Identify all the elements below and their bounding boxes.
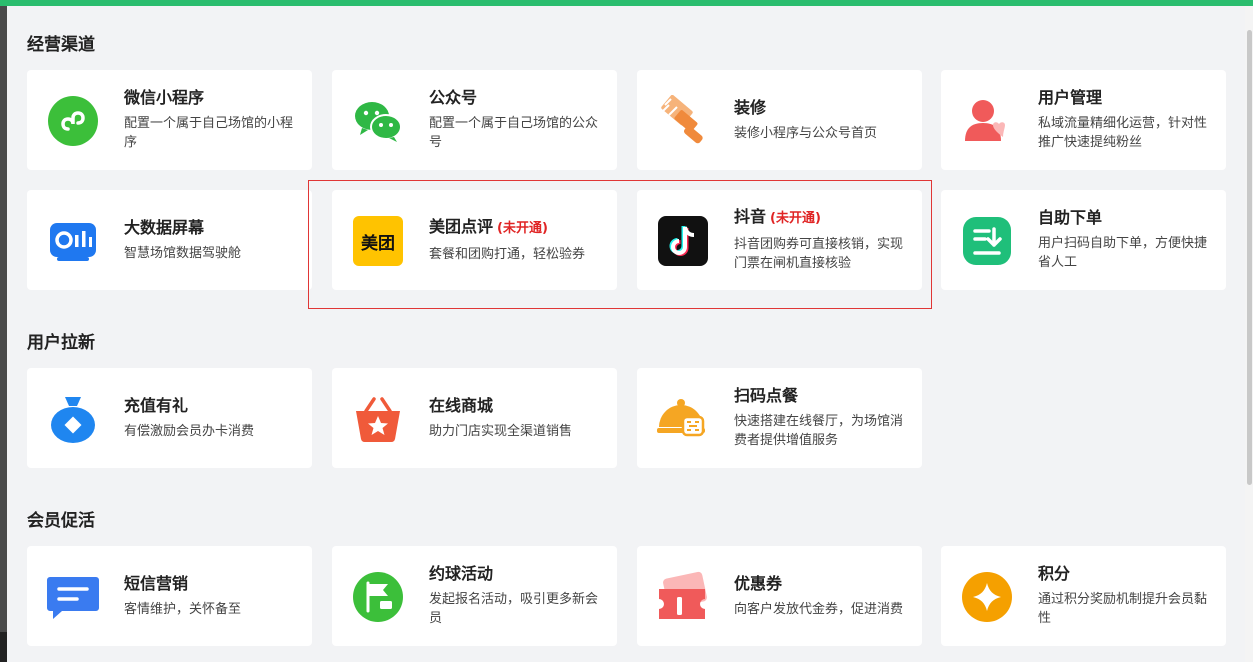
card-big-data-screen[interactable]: 大数据屏幕 智慧场馆数据驾驶舱	[27, 190, 312, 290]
card-official-account[interactable]: 公众号 配置一个属于自己场馆的公众号	[332, 70, 617, 170]
card-title: 优惠券	[734, 573, 783, 593]
card-online-mall[interactable]: 在线商城 助力门店实现全渠道销售	[332, 368, 617, 468]
not-activated-badge: (未开通)	[497, 220, 548, 236]
card-title-text: 美团点评	[429, 216, 494, 236]
meituan-logo-text: 美团	[353, 216, 403, 266]
card-title: 用户管理	[1038, 88, 1103, 107]
section-title-business-channels: 经营渠道	[27, 35, 95, 55]
card-desc: 配置一个属于自己场馆的公众号	[429, 116, 599, 150]
card-recharge[interactable]: 充值有礼 有偿激励会员办卡消费	[27, 368, 312, 468]
flag-icon	[352, 571, 404, 623]
food-cover-icon	[657, 393, 709, 445]
card-scan-order[interactable]: 扫码点餐 快速搭建在线餐厅，为场馆消费者提供增值服务	[637, 368, 922, 468]
card-title: 充值有礼	[124, 395, 189, 415]
card-desc: 向客户发放代金券，促进消费	[734, 601, 904, 617]
card-wechat-miniprogram[interactable]: 微信小程序 配置一个属于自己场馆的小程序	[27, 70, 312, 170]
section-title-user-acquisition: 用户拉新	[27, 333, 95, 353]
card-title: 公众号	[429, 88, 478, 107]
ticket-icon	[657, 571, 709, 623]
card-title: 短信营销	[124, 573, 189, 593]
card-self-order[interactable]: 自助下单 用户扫码自助下单，方便快捷省人工	[941, 190, 1226, 290]
card-douyin[interactable]: 抖音 (未开通) 抖音团购券可直接核销，实现门票在闸机直接核验	[637, 190, 922, 290]
card-desc: 装修小程序与公众号首页	[734, 125, 878, 141]
money-bag-icon	[47, 393, 99, 445]
diamond-coin-icon	[961, 571, 1013, 623]
card-title-text: 抖音	[734, 207, 767, 226]
card-desc: 配置一个属于自己场馆的小程序	[124, 116, 294, 150]
card-desc: 通过积分奖励机制提升会员黏性	[1038, 592, 1208, 626]
card-title: 微信小程序	[124, 88, 205, 107]
card-desc: 私域流量精细化运营，针对性推广快速提纯粉丝	[1038, 116, 1208, 150]
card-desc: 套餐和团购打通，轻松验券	[429, 246, 586, 262]
wechat-icon	[352, 95, 404, 147]
card-title: 自助下单	[1038, 208, 1103, 227]
scrollbar-thumb[interactable]	[1247, 30, 1252, 485]
card-user-management[interactable]: 用户管理 私域流量精细化运营，针对性推广快速提纯粉丝	[941, 70, 1226, 170]
card-points[interactable]: 积分 通过积分奖励机制提升会员黏性	[941, 546, 1226, 646]
card-desc: 抖音团购券可直接核销，实现门票在闸机直接核验	[734, 237, 904, 271]
card-desc: 用户扫码自助下单，方便快捷省人工	[1038, 236, 1208, 270]
card-desc: 快速搭建在线餐厅，为场馆消费者提供增值服务	[734, 414, 904, 448]
card-desc: 助力门店实现全渠道销售	[429, 423, 573, 439]
card-title: 约球活动	[429, 564, 494, 583]
background-strip	[0, 632, 7, 662]
card-desc: 发起报名活动，吸引更多新会员	[429, 592, 599, 626]
brush-icon	[657, 95, 709, 147]
card-title: 抖音 (未开通)	[734, 207, 906, 229]
user-heart-icon	[961, 95, 1013, 147]
card-desc: 智慧场馆数据驾驶舱	[124, 245, 242, 261]
card-desc: 客情维护，关怀备至	[124, 601, 242, 617]
tiktok-icon	[657, 215, 709, 267]
card-title: 在线商城	[429, 395, 494, 415]
card-title: 装修	[734, 97, 767, 117]
card-decoration[interactable]: 装修 装修小程序与公众号首页	[637, 70, 922, 170]
card-sms-marketing[interactable]: 短信营销 客情维护，关怀备至	[27, 546, 312, 646]
card-title: 积分	[1038, 564, 1071, 583]
miniprogram-icon	[47, 95, 99, 147]
meituan-icon: 美团	[352, 215, 404, 267]
basket-star-icon	[352, 393, 404, 445]
card-title: 美团点评 (未开通)	[429, 217, 601, 239]
card-ball-activity[interactable]: 约球活动 发起报名活动，吸引更多新会员	[332, 546, 617, 646]
card-meituan[interactable]: 美团 美团点评 (未开通) 套餐和团购打通，轻松验券	[332, 190, 617, 290]
section-title-member-activation: 会员促活	[27, 511, 95, 531]
card-title: 大数据屏幕	[124, 217, 205, 237]
card-desc: 有偿激励会员办卡消费	[124, 423, 255, 439]
message-icon	[47, 571, 99, 623]
not-activated-badge: (未开通)	[770, 211, 821, 226]
download-list-icon	[961, 215, 1013, 267]
card-title: 扫码点餐	[734, 386, 799, 405]
card-coupon[interactable]: 优惠券 向客户发放代金券，促进消费	[637, 546, 922, 646]
data-screen-icon	[47, 215, 99, 267]
